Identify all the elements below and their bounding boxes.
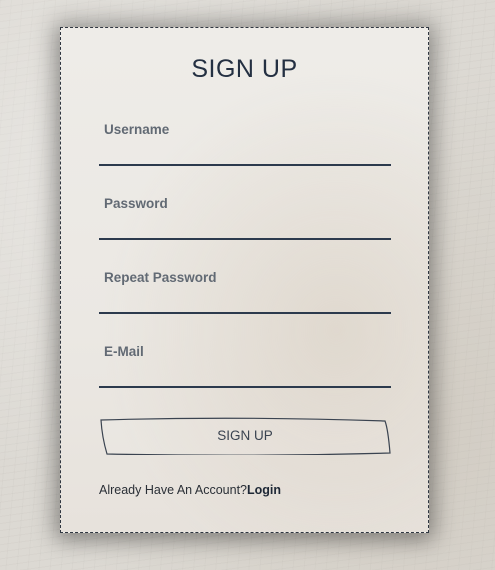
username-field[interactable]: Username	[99, 122, 391, 166]
repeat-password-field[interactable]: Repeat Password	[99, 270, 391, 314]
login-prompt: Already Have An Account?Login	[99, 483, 281, 497]
login-prompt-text: Already Have An Account?	[99, 483, 248, 497]
signup-button-label: SIGN UP	[217, 428, 273, 443]
login-link[interactable]: Login	[247, 483, 281, 497]
email-label: E-Mail	[104, 344, 144, 359]
repeat-password-label: Repeat Password	[104, 270, 217, 285]
form-title: SIGN UP	[191, 55, 298, 83]
signup-card: SIGN UP Username Password Repeat Passwor…	[60, 27, 429, 533]
signup-button[interactable]: SIGN UP	[99, 417, 391, 455]
email-field[interactable]: E-Mail	[99, 344, 391, 388]
password-field[interactable]: Password	[99, 196, 391, 240]
username-label: Username	[104, 122, 170, 137]
password-label: Password	[104, 196, 168, 211]
